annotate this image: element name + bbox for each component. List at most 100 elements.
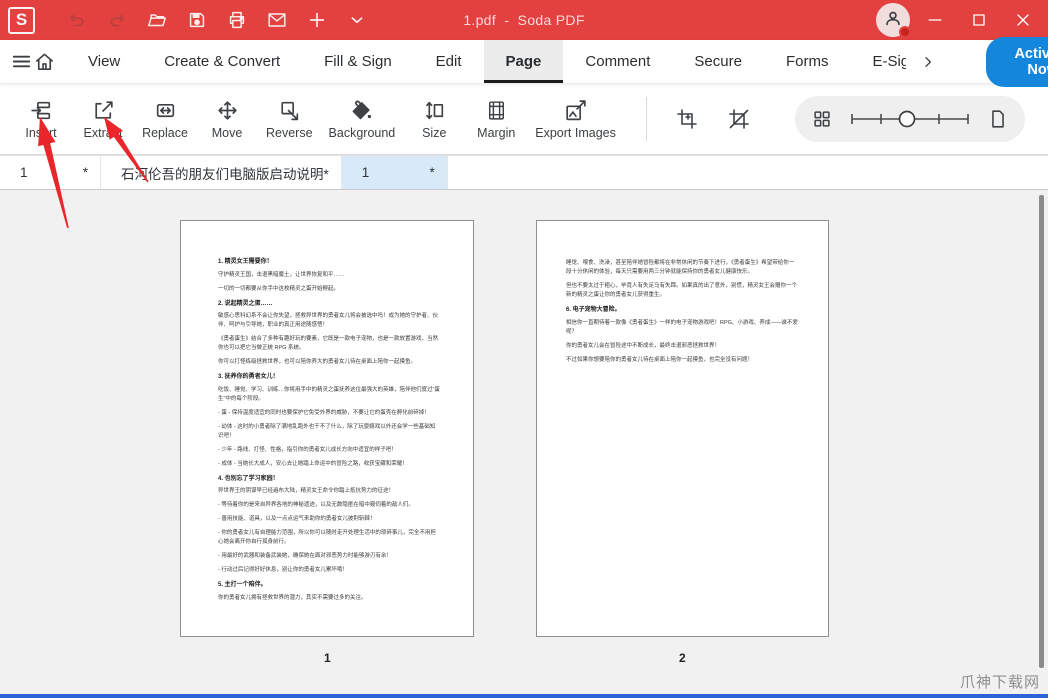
doc-paragraph: 敏感心思科幻系不会让你失望，拯救异世界的勇者女儿将会被选中吗！成为她的守护者、伙… (218, 313, 439, 328)
doc-paragraph: 异世界王的阴谋早已经遍布大陆，精灵女王命令你踏上抵抗势力的征途！ (218, 488, 395, 494)
tool-label: Extract (83, 126, 123, 140)
export-images-button[interactable]: Export Images (527, 98, 624, 140)
doc-paragraph: 吃饭、睡觉、学习、训练…你将用手中的精灵之蛋抚养这位最强大的英雄，陪伴他们度过“… (218, 386, 440, 402)
margin-button[interactable]: Margin (465, 98, 527, 140)
tool-label: Insert (25, 126, 57, 140)
tool-label: Move (211, 126, 243, 140)
undo-icon[interactable] (59, 4, 95, 36)
extract-button[interactable]: Extract (72, 98, 134, 140)
zoom-slider[interactable] (847, 106, 973, 132)
replace-button[interactable]: Replace (134, 98, 196, 140)
menu-item-edit[interactable]: Edit (414, 40, 484, 83)
page-number-2: 2 (679, 651, 686, 665)
insert-button[interactable]: Insert (10, 98, 72, 140)
doc-paragraph: - 善用技能、道具，以及一点点运气来助你的勇者女儿披荆斩棘！ (218, 516, 376, 522)
unsaved-indicator: * (82, 165, 88, 180)
redo-icon[interactable] (99, 4, 135, 36)
doc-heading: 2. 说起精灵之蛋…… (218, 300, 273, 307)
crop-slash-button[interactable] (715, 95, 763, 143)
add-icon[interactable] (299, 4, 335, 36)
titlebar-quick-icons (59, 4, 375, 36)
minimize-button[interactable] (916, 3, 954, 37)
menu-overflow-chevron-icon[interactable] (906, 40, 946, 83)
maximize-button[interactable] (960, 3, 998, 37)
document-tab-2[interactable]: 石河伦吾的朋友们电脑版启动说明* (101, 156, 342, 189)
doc-paragraph: - 成体 - 当她长大成人，安心去让她踏上命运中的冒险之路，收获宝藏和荣耀！ (218, 460, 408, 467)
crop-icon (675, 107, 699, 131)
soda-pdf-window: S 1.pdf - Soda PDF View Create & Convert F… (0, 0, 1048, 698)
chevron-down-icon[interactable] (339, 4, 375, 36)
tab-title: 石河伦吾的朋友们电脑版启动说明* (121, 166, 329, 182)
activate-now-button[interactable]: Activate Now (986, 36, 1048, 87)
tool-label: Reverse (266, 126, 313, 140)
view-zoom-controls (794, 96, 1025, 142)
move-button[interactable]: Move (196, 98, 258, 140)
doc-paragraph: - 幼体 - 这时的小勇者除了满地乱跑外也干不了什么，除了玩耍嬉戏以外还会学一些… (218, 423, 436, 439)
close-button[interactable] (1004, 3, 1042, 37)
menu-item-fill-sign[interactable]: Fill & Sign (302, 40, 414, 83)
doc-paragraph: 不过如果你想要陪你的勇者女儿待在桌面上陪你一起摸鱼，也完全没有问题！ (566, 356, 754, 363)
doc-paragraph: 你可以打怪练级拯救世界，也可以陪你养大的勇者女儿待在桌面上陪你一起摸鱼。 (218, 359, 417, 365)
tool-label: Margin (477, 126, 516, 140)
move-icon (215, 98, 240, 123)
menu-item-e-sig[interactable]: E-Sig (850, 40, 906, 83)
print-icon[interactable] (219, 4, 255, 36)
tab-title: 1 (20, 165, 28, 180)
extract-icon (91, 98, 116, 123)
crop-slash-icon (727, 107, 751, 131)
reverse-button[interactable]: Reverse (258, 98, 321, 140)
hamburger-menu-icon[interactable] (10, 40, 33, 83)
doc-heading: 4. 也别忘了学习家园！ (218, 475, 279, 482)
replace-icon (153, 98, 178, 123)
thumbnail-grid-icon[interactable] (811, 108, 833, 130)
doc-heading: 1. 精灵女王需要你！ (218, 259, 273, 265)
save-icon[interactable] (179, 4, 215, 36)
doc-paragraph: 但也不要太过于粗心，毕竟人有失足马有失蹄。如果真的出了意外，别慌，精灵女王会赠你… (566, 283, 798, 298)
vertical-scrollbar[interactable] (1039, 195, 1044, 668)
doc-heading: 6. 电子宠物大冒险。 (566, 307, 621, 313)
zoom-slider-handle[interactable] (898, 110, 916, 128)
menu-item-create-convert[interactable]: Create & Convert (142, 40, 302, 83)
tab-title: 1 (361, 165, 370, 180)
email-icon[interactable] (259, 4, 295, 36)
background-icon (349, 98, 374, 123)
doc-paragraph: 睡觉、喂食、洗澡，甚至陪伴她冒险都将在非常休闲的节奏下进行，《勇者蛋生》希望带给… (566, 260, 795, 275)
doc-paragraph: 相信你一直期待着一款像《勇者蛋生》一样的电子宠物游戏吧！RPG、小游戏、养成——… (566, 319, 798, 335)
home-icon[interactable] (33, 40, 56, 83)
doc-paragraph: - 等待着你的是来自异界各地的神秘遗迹，以及无数隐匿在暗中窥伺着的敌人们。 (218, 502, 414, 508)
menu-item-page[interactable]: Page (483, 40, 564, 83)
document-tabstrip: 1 * 石河伦吾的朋友们电脑版启动说明* 1 * (0, 155, 1048, 190)
tool-label: Size (422, 126, 447, 140)
doc-paragraph: 一切的一切都要从你手中这枚精灵之蛋开始孵起。 (218, 285, 340, 292)
single-page-icon[interactable] (987, 108, 1009, 130)
user-account-button[interactable] (876, 3, 911, 38)
menubar: View Create & Convert Fill & Sign Edit Page C… (0, 36, 1048, 87)
background-button[interactable]: Background (321, 98, 404, 140)
doc-paragraph: - 你的勇者女儿有自理能力范围，所以你可以随时走开处理生活中的琐碎事儿，完全不用… (218, 530, 436, 545)
tool-label: Replace (142, 126, 188, 140)
crop-button[interactable] (663, 95, 711, 143)
menu-item-forms[interactable]: Forms (764, 40, 851, 83)
bottom-accent-bar (0, 694, 1048, 698)
menu-item-secure[interactable]: Secure (672, 40, 764, 83)
tool-label: Export Images (535, 126, 616, 140)
menu-item-view[interactable]: View (66, 40, 142, 83)
page-toolbar: Insert Extract Replace Move Reverse Backgroun… (0, 84, 1048, 155)
pdf-page-2[interactable]: 睡觉、喂食、洗澡，甚至陪伴她冒险都将在非常休闲的节奏下进行，《勇者蛋生》希望带给… (536, 220, 829, 637)
menu-item-comment[interactable]: Comment (563, 40, 672, 83)
insert-icon (29, 98, 54, 123)
export-images-icon (563, 98, 588, 123)
doc-paragraph: 你的勇者女儿会在冒险途中不断成长，最终击退邪恶拯救世界！ (566, 342, 721, 349)
doc-heading: 5. 主打一个陪伴。 (218, 582, 267, 588)
notification-badge (899, 26, 911, 38)
doc-paragraph: 守护精灵王国，击退黑暗魔土，让世界恢复和平…… (218, 271, 345, 278)
open-file-icon[interactable] (139, 4, 175, 36)
doc-paragraph: - 行动过后记得好好休息，别让你的勇者女儿累坏哦！ (218, 567, 348, 573)
size-icon (422, 98, 447, 123)
pdf-page-1[interactable]: 1. 精灵女王需要你！ 守护精灵王国，击退黑暗魔土，让世界恢复和平…… 一切的一切都… (180, 220, 474, 637)
unsaved-indicator: * (429, 165, 435, 180)
window-title: 1.pdf - Soda PDF (463, 12, 585, 28)
document-tab-3[interactable]: 1 * (341, 156, 448, 189)
size-button[interactable]: Size (403, 98, 465, 140)
document-tab-1[interactable]: 1 * (0, 156, 101, 189)
